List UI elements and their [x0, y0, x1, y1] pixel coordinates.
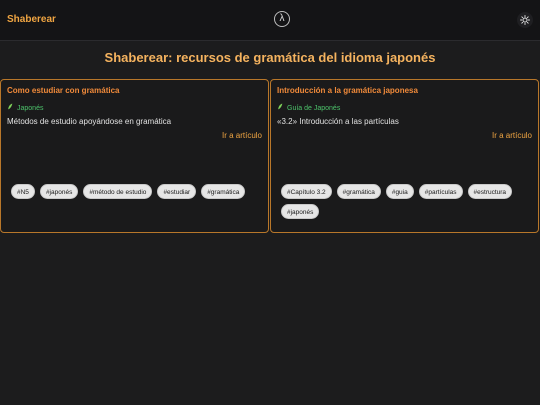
article-title[interactable]: Como estudiar con gramática — [7, 86, 119, 95]
tag-chip[interactable]: #japonés — [39, 184, 79, 199]
tag-chip[interactable]: #estudiar — [157, 184, 197, 199]
tag-chip[interactable]: #método de estudio — [83, 184, 153, 199]
category-label: Guía de Japonés — [287, 105, 341, 112]
article-title[interactable]: Introducción a la gramática japonesa — [277, 86, 418, 95]
tag-chip[interactable]: #estructura — [467, 184, 513, 199]
article-category: Japonés — [7, 103, 43, 112]
tag-chip[interactable]: #Capítulo 3.2 — [281, 184, 332, 199]
top-bar: Shaberear λ — [0, 0, 540, 41]
leaf-icon — [7, 103, 17, 112]
tag-chip[interactable]: #gramática — [201, 184, 246, 199]
leaf-icon — [277, 103, 287, 112]
category-label: Japonés — [17, 105, 44, 112]
article-card: Como estudiar con gramática Japonés Méto… — [0, 79, 269, 233]
brand-link[interactable]: Shaberear — [7, 14, 56, 25]
article-card: Introducción a la gramática japonesa Guí… — [270, 79, 539, 233]
tag-list: #N5 #japonés #método de estudio #estudia… — [11, 184, 261, 199]
page-title: Shaberear: recursos de gramática del idi… — [104, 50, 436, 65]
article-description: «3.2» Introducción a las partículas — [277, 117, 399, 126]
read-article-link[interactable]: Ir a artículo — [492, 131, 532, 140]
tag-chip[interactable]: #japonés — [281, 204, 320, 219]
tag-chip[interactable]: #N5 — [11, 184, 35, 199]
theme-toggle-button[interactable] — [517, 12, 533, 28]
article-description: Métodos de estudio apoyándose en gramáti… — [7, 117, 172, 126]
tag-chip[interactable]: #guia — [385, 184, 414, 199]
tag-list: #Capítulo 3.2 #gramática #guia #partícul… — [281, 184, 531, 219]
read-article-link[interactable]: Ir a artículo — [222, 131, 262, 140]
sun-icon — [520, 15, 530, 25]
tag-chip[interactable]: #partículas — [418, 184, 463, 199]
tag-chip[interactable]: #gramática — [336, 184, 381, 199]
article-category: Guía de Japonés — [277, 103, 340, 112]
lambda-logo-icon[interactable]: λ — [274, 11, 290, 27]
